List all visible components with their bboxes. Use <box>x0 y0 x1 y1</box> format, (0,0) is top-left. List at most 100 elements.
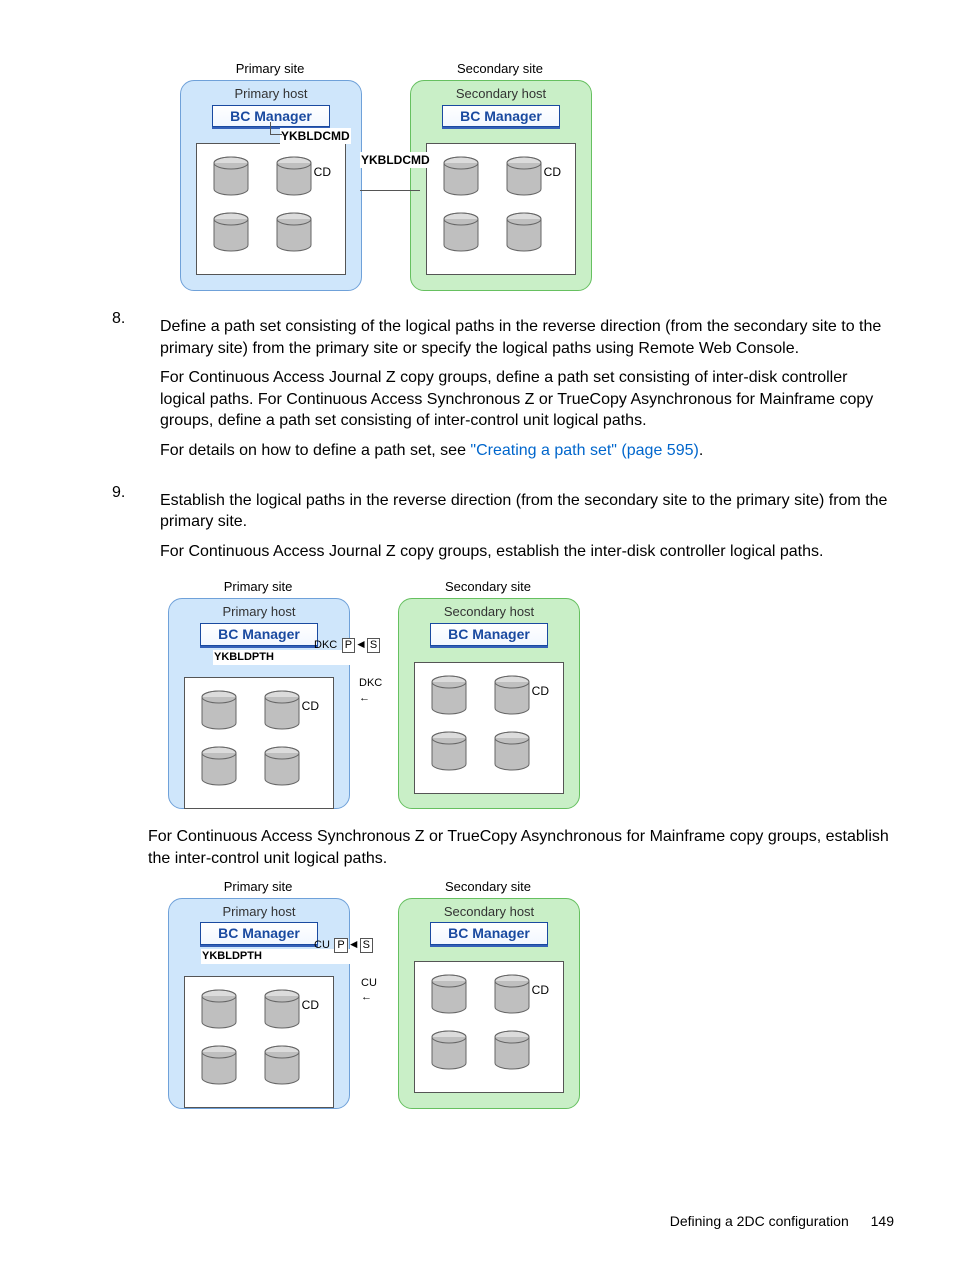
page-number: 149 <box>871 1213 894 1229</box>
p-box: P <box>334 938 347 953</box>
primary-storage: CD <box>184 677 334 809</box>
bc-manager-secondary: BC Manager <box>430 623 548 646</box>
disk-icon <box>275 212 313 252</box>
secondary-site-label: Secondary site <box>410 60 590 78</box>
disk-icon <box>430 974 468 1014</box>
diagram-canvas: Primary site Secondary site Primary host… <box>168 878 588 1108</box>
cu-label: CU <box>314 939 330 951</box>
secondary-site-label: Secondary site <box>398 878 578 896</box>
disk-icon <box>442 212 480 252</box>
primary-site-label: Primary site <box>180 60 360 78</box>
disk-icon <box>430 675 468 715</box>
step-9: 9. Establish the logical paths in the re… <box>100 482 894 571</box>
page-footer: Defining a 2DC configuration 149 <box>670 1212 894 1231</box>
diagram-dkc: Primary site Secondary site Primary host… <box>148 578 894 808</box>
connector-line <box>270 134 282 135</box>
disk-icon <box>263 1045 301 1085</box>
primary-site-box: Primary host BC Manager YKBLDPTH CD <box>168 898 350 1109</box>
p-box: P <box>342 638 355 653</box>
cd-label: CD <box>302 698 319 714</box>
primary-host-label: Primary host <box>169 903 349 921</box>
arrow-left-icon: ← <box>361 991 372 1003</box>
paragraph: Define a path set consisting of the logi… <box>160 316 894 359</box>
ykbldcmd-label: YKBLDCMD <box>360 152 431 168</box>
diagram-cu: Primary site Secondary site Primary host… <box>148 878 894 1108</box>
s-box: S <box>360 938 373 953</box>
step-8: 8. Define a path set consisting of the l… <box>100 308 894 470</box>
page: Primary site Secondary site Primary host… <box>0 0 954 1271</box>
bc-manager-primary: BC Manager <box>200 623 318 646</box>
cd-label: CD <box>302 997 319 1013</box>
diagram-canvas: Primary site Secondary site Primary host… <box>180 60 600 290</box>
disk-icon <box>263 746 301 786</box>
disk-icon <box>430 1030 468 1070</box>
secondary-site-box: Secondary host BC Manager CD <box>410 80 592 291</box>
cd-label: CD <box>314 164 331 180</box>
disk-icon <box>200 746 238 786</box>
cu-label: CU← <box>360 976 378 1006</box>
connector-line <box>270 122 271 134</box>
disk-icon <box>263 989 301 1029</box>
paragraph: For details on how to define a path set,… <box>160 440 894 462</box>
step-number: 8. <box>100 308 160 470</box>
secondary-host-label: Secondary host <box>399 903 579 921</box>
bc-manager-primary: BC Manager <box>200 922 318 945</box>
paragraph: Establish the logical paths in the rever… <box>160 490 894 533</box>
secondary-storage: CD <box>426 143 576 275</box>
step-number: 9. <box>100 482 160 571</box>
disk-icon <box>505 212 543 252</box>
primary-storage: CD <box>184 976 334 1108</box>
disk-icon <box>212 212 250 252</box>
secondary-site-label: Secondary site <box>398 578 578 596</box>
disk-icon <box>212 156 250 196</box>
primary-site-label: Primary site <box>168 878 348 896</box>
primary-site-box: Primary host BC Manager CD <box>180 80 362 291</box>
diagram-canvas: Primary site Secondary site Primary host… <box>168 578 588 808</box>
primary-host-label: Primary host <box>181 85 361 103</box>
arrow-left-icon: ◄ <box>348 937 360 951</box>
secondary-storage: CD <box>414 662 564 794</box>
secondary-site-box: Secondary host BC Manager CD <box>398 898 580 1109</box>
creating-path-set-link[interactable]: "Creating a path set" (page 595) <box>470 442 698 459</box>
diagram-ykbldcmd: Primary site Secondary site Primary host… <box>100 60 894 290</box>
step-body: Define a path set consisting of the logi… <box>160 308 894 470</box>
cd-label: CD <box>532 982 549 998</box>
arrow-left-icon: ← <box>359 692 370 704</box>
bc-manager-primary: BC Manager <box>212 105 330 128</box>
step-body: Establish the logical paths in the rever… <box>160 482 894 571</box>
cd-label: CD <box>532 683 549 699</box>
disk-icon <box>275 156 313 196</box>
bc-manager-secondary: BC Manager <box>442 105 560 128</box>
ykbldcmd-label: YKBLDCMD <box>280 128 351 144</box>
s-box: S <box>367 638 380 653</box>
text: . <box>699 442 703 459</box>
primary-site-label: Primary site <box>168 578 348 596</box>
disk-icon <box>263 690 301 730</box>
disk-icon <box>505 156 543 196</box>
connector-line <box>360 190 420 191</box>
disk-icon <box>442 156 480 196</box>
dkc-label: DKC <box>314 639 337 651</box>
primary-site-box: Primary host BC Manager YKBLDPTH CD <box>168 598 350 809</box>
paragraph: For Continuous Access Journal Z copy gro… <box>160 541 894 563</box>
disk-icon <box>430 731 468 771</box>
secondary-host-label: Secondary host <box>399 603 579 621</box>
disk-icon <box>493 731 531 771</box>
footer-label: Defining a 2DC configuration <box>670 1213 849 1229</box>
primary-host-label: Primary host <box>169 603 349 621</box>
bc-manager-secondary: BC Manager <box>430 922 548 945</box>
disk-icon <box>493 675 531 715</box>
paragraph: For Continuous Access Synchronous Z or T… <box>148 826 894 869</box>
disk-icon <box>200 690 238 730</box>
disk-icon <box>493 1030 531 1070</box>
dkc-label: DKC← <box>358 676 383 706</box>
secondary-site-box: Secondary host BC Manager CD <box>398 598 580 809</box>
primary-storage: CD <box>196 143 346 275</box>
disk-icon <box>200 1045 238 1085</box>
ykbldpth-label: YKBLDPTH <box>201 949 381 964</box>
cu-path-indicator: CU P◄S <box>314 933 394 951</box>
text: For details on how to define a path set,… <box>160 442 470 459</box>
dkc-path-indicator: DKC P◄S <box>314 633 394 651</box>
cd-label: CD <box>544 164 561 180</box>
content-column: Primary site Secondary site Primary host… <box>100 60 894 1126</box>
